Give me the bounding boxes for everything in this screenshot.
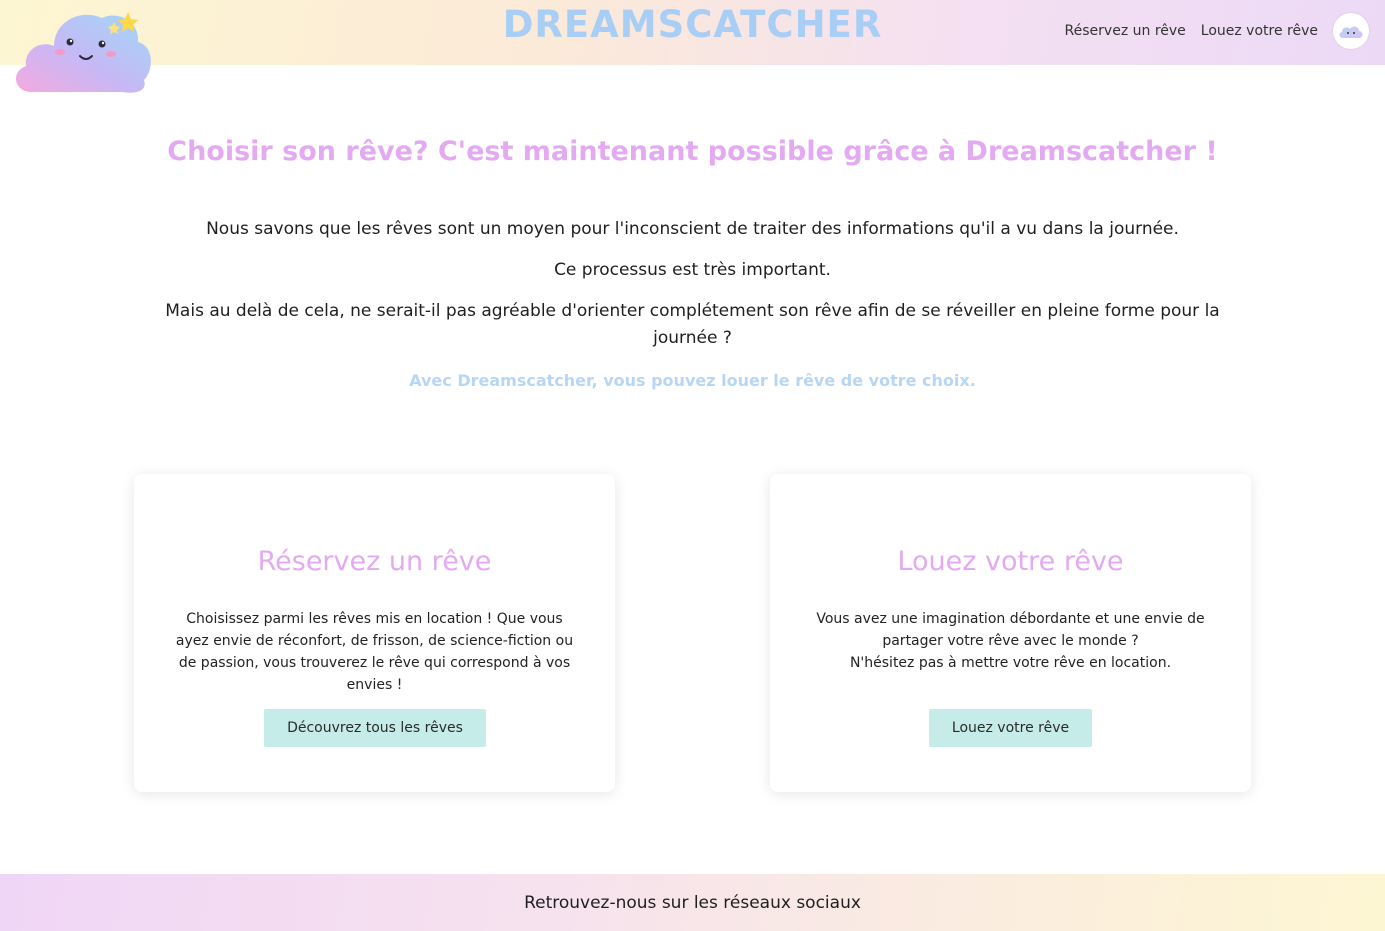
card-description: Vous avez une imagination débordante et … [810, 608, 1211, 674]
footer-social-text: Retrouvez-nous sur les réseaux sociaux [524, 892, 861, 913]
site-footer: Retrouvez-nous sur les réseaux sociaux [0, 874, 1385, 931]
nav-link-reserve[interactable]: Réservez un rêve [1065, 23, 1186, 39]
tagline: Avec Dreamscatcher, vous pouvez louer le… [409, 371, 976, 390]
intro-paragraph: Ce processus est très important. [554, 260, 831, 280]
card-rent-dream: Louez votre rêve Vous avez une imaginati… [770, 474, 1251, 792]
card-reserve-dream: Réservez un rêve Choisissez parmi les rê… [134, 474, 615, 792]
card-description: Choisissez parmi les rêves mis en locati… [175, 611, 574, 693]
card-description-line: N'hésitez pas à mettre votre rêve en loc… [849, 655, 1172, 671]
intro-paragraph: Mais au delà de cela, ne serait-il pas a… [165, 301, 1220, 348]
cloud-mascot-logo[interactable] [10, 6, 155, 96]
site-header: DREAMSCATCHER Réservez un rêve Louez vot… [0, 0, 1385, 65]
rent-dream-button[interactable]: Louez votre rêve [929, 709, 1092, 747]
intro-text: Nous savons que les rêves sont un moyen … [140, 216, 1245, 366]
nav-link-rent[interactable]: Louez votre rêve [1201, 23, 1318, 39]
card-title: Réservez un rêve [257, 546, 492, 577]
main-nav: Réservez un rêve Louez votre rêve [1065, 13, 1369, 49]
card-description-line: Vous avez une imagination débordante et … [816, 611, 1205, 649]
card-title: Louez votre rêve [897, 546, 1124, 577]
discover-dreams-button[interactable]: Découvrez tous les rêves [264, 709, 486, 747]
cloud-avatar-icon[interactable] [1333, 13, 1369, 49]
page-headline: Choisir son rêve? C'est maintenant possi… [167, 136, 1218, 167]
intro-paragraph: Nous savons que les rêves sont un moyen … [206, 219, 1179, 239]
